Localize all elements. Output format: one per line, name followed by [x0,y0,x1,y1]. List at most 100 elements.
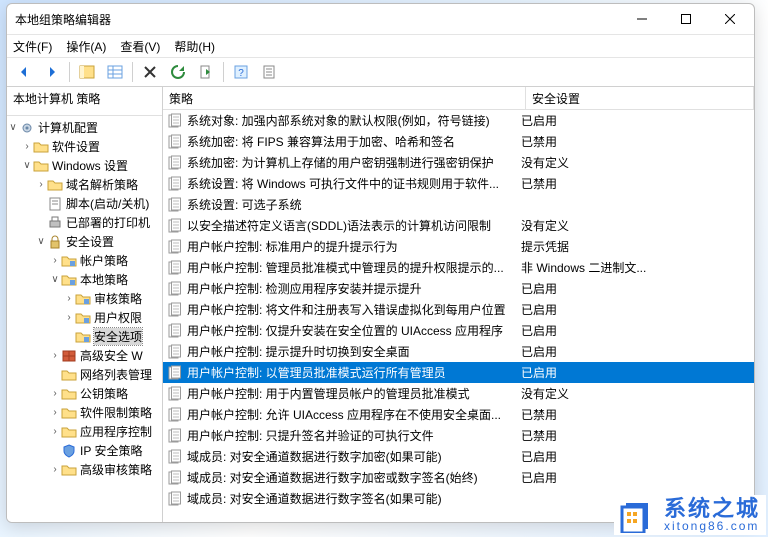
tree-node[interactable]: › 应用程序控制 [7,422,162,441]
twist-closed-icon[interactable]: › [49,464,61,475]
twist-open-icon[interactable]: ∨ [35,236,47,247]
tree-node[interactable]: 安全选项 [7,327,162,346]
tree-node[interactable]: 已部署的打印机 [7,213,162,232]
policy-row[interactable]: 用户帐户控制: 提示提升时切换到安全桌面已启用 [163,341,754,362]
minimize-button[interactable] [620,4,664,34]
tree-node[interactable]: ›高级审核策略 [7,460,162,479]
watermark: 系统之城 xitong86.com [614,495,766,535]
twist-closed-icon[interactable]: › [49,255,61,266]
folder-icon [61,367,77,383]
policy-icon [167,323,183,339]
twist-closed-icon[interactable]: › [49,350,61,361]
tree-label: 应用程序控制 [80,423,152,440]
twist-closed-icon[interactable]: › [63,293,75,304]
column-security[interactable]: 安全设置 [526,87,754,109]
folder-lock-icon [75,291,91,307]
tree-node[interactable]: ›高级安全 W [7,346,162,365]
policy-row[interactable]: 用户帐户控制: 检测应用程序安装并提示提升 已启用 [163,278,754,299]
column-policy[interactable]: 策略 [163,87,526,109]
lock-icon [47,234,63,250]
policy-row[interactable]: 用户帐户控制: 管理员批准模式中管理员的提升权限提示的...非 Windows … [163,257,754,278]
policy-name: 用户帐户控制: 允许 UIAccess 应用程序在不使用安全桌面... [187,406,501,423]
twist-closed-icon[interactable]: › [63,312,75,323]
tree-node[interactable]: IP 安全策略 [7,441,162,460]
tree-node[interactable]: ›软件限制策略 [7,403,162,422]
tree-node[interactable]: ›审核策略 [7,289,162,308]
help-button[interactable]: ? [228,60,254,84]
twist-closed-icon[interactable]: › [49,426,61,437]
policy-row[interactable]: 系统对象: 加强内部系统对象的默认权限(例如，符号链接)已启用 [163,110,754,131]
tree-label: 帐户策略 [80,252,128,269]
folder-lock-icon [75,329,91,345]
properties-button[interactable] [256,60,282,84]
policy-row[interactable]: 用户帐户控制: 仅提升安装在安全位置的 UIAccess 应用程序已启用 [163,320,754,341]
policy-name: 域成员: 对安全通道数据进行数字加密或数字签名(始终) [187,469,478,486]
back-button[interactable] [11,60,37,84]
policy-name: 用户帐户控制: 将文件和注册表写入错误虚拟化到每用户位置 [187,301,506,318]
policy-name: 域成员: 对安全通道数据进行数字加密(如果可能) [187,448,442,465]
policy-value: 已启用 [517,322,754,339]
policy-row[interactable]: 域成员: 对安全通道数据进行数字加密(如果可能)已启用 [163,446,754,467]
tree-node[interactable]: ›公钥策略 [7,384,162,403]
menu-view[interactable]: 查看(V) [120,38,160,55]
list-view-button[interactable] [102,60,128,84]
forward-button[interactable] [39,60,65,84]
twist-open-icon[interactable]: ∨ [21,160,33,171]
policy-row[interactable]: 用户帐户控制: 以管理员批准模式运行所有管理员已启用 [163,362,754,383]
separator-icon [223,62,224,82]
policy-value: 已启用 [517,280,754,297]
twist-closed-icon[interactable]: › [49,407,61,418]
watermark-icon [620,497,656,533]
tree-node[interactable]: › 软件设置 [7,137,162,156]
tree-node[interactable]: ∨计算机配置 [7,118,162,137]
policy-row[interactable]: 系统设置: 可选子系统 [163,194,754,215]
tree-node[interactable]: ∨安全设置 [7,232,162,251]
policy-name: 以安全描述符定义语言(SDDL)语法表示的计算机访问限制 [187,217,491,234]
policy-name: 用户帐户控制: 检测应用程序安装并提示提升 [187,280,422,297]
twist-closed-icon[interactable]: › [49,388,61,399]
tree-label: 网络列表管理 [80,366,152,383]
menu-action[interactable]: 操作(A) [66,38,106,55]
policy-row[interactable]: 系统加密: 将 FIPS 兼容算法用于加密、哈希和签名已禁用 [163,131,754,152]
menu-help[interactable]: 帮助(H) [174,38,215,55]
tree-node[interactable]: 网络列表管理 [7,365,162,384]
maximize-button[interactable] [664,4,708,34]
policy-value: 已禁用 [517,133,754,150]
list-header: 策略 安全设置 [163,87,754,110]
tree-node[interactable]: › 帐户策略 [7,251,162,270]
policy-row[interactable]: 域成员: 对安全通道数据进行数字加密或数字签名(始终)已启用 [163,467,754,488]
policy-name: 系统加密: 为计算机上存储的用户密钥强制进行强密钥保护 [187,154,494,171]
tree-node[interactable]: ›用户权限 [7,308,162,327]
policy-row[interactable]: 用户帐户控制: 允许 UIAccess 应用程序在不使用安全桌面...已禁用 [163,404,754,425]
show-hide-tree-button[interactable] [74,60,100,84]
twist-closed-icon[interactable]: › [35,179,47,190]
tree-label: Windows 设置 [52,157,128,174]
policy-row[interactable]: 用户帐户控制: 将文件和注册表写入错误虚拟化到每用户位置已启用 [163,299,754,320]
menu-file[interactable]: 文件(F) [13,38,52,55]
tree-node[interactable]: › 域名解析策略 [7,175,162,194]
close-button[interactable] [708,4,752,34]
policy-row[interactable]: 以安全描述符定义语言(SDDL)语法表示的计算机访问限制没有定义 [163,215,754,236]
tree-body[interactable]: ∨计算机配置 › 软件设置 ∨ Windows 设置 › 域名解析策略脚本(启动/关机)已部… [7,116,162,522]
policy-name: 用户帐户控制: 以管理员批准模式运行所有管理员 [187,364,446,381]
policy-icon [167,491,183,507]
twist-open-icon[interactable]: ∨ [49,274,61,285]
delete-button[interactable] [137,60,163,84]
tree-node[interactable]: ∨本地策略 [7,270,162,289]
twist-open-icon[interactable]: ∨ [7,122,19,133]
policy-row[interactable]: 用户帐户控制: 只提升签名并验证的可执行文件已禁用 [163,425,754,446]
policy-row[interactable]: 用户帐户控制: 标准用户的提升提示行为提示凭据 [163,236,754,257]
refresh-button[interactable] [165,60,191,84]
folder-lock-icon [61,272,77,288]
tree-label: 软件设置 [52,138,100,155]
twist-closed-icon[interactable]: › [21,141,33,152]
policy-row[interactable]: 用户帐户控制: 用于内置管理员帐户的管理员批准模式没有定义 [163,383,754,404]
list-body[interactable]: 系统对象: 加强内部系统对象的默认权限(例如，符号链接)已启用系统加密: 将 F… [163,110,754,522]
policy-row[interactable]: 系统加密: 为计算机上存储的用户密钥强制进行强密钥保护没有定义 [163,152,754,173]
policy-name: 系统对象: 加强内部系统对象的默认权限(例如，符号链接) [187,112,490,129]
tree-node[interactable]: ∨ Windows 设置 [7,156,162,175]
tree-label: 域名解析策略 [66,176,138,193]
tree-node[interactable]: 脚本(启动/关机) [7,194,162,213]
policy-row[interactable]: 系统设置: 将 Windows 可执行文件中的证书规则用于软件...已禁用 [163,173,754,194]
export-button[interactable] [193,60,219,84]
